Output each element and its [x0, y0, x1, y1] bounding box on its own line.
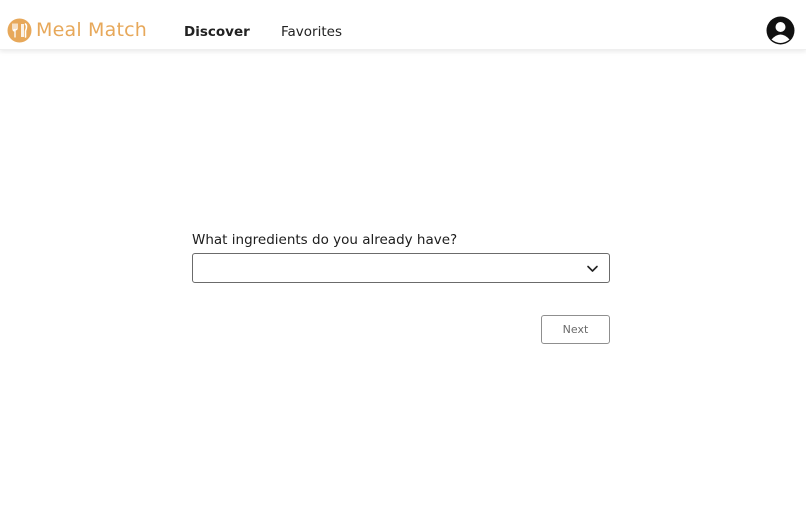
brand-name: Meal Match: [36, 19, 148, 41]
brand-logo-link[interactable]: Meal Match: [7, 16, 147, 44]
nav-discover[interactable]: Discover: [184, 24, 250, 40]
user-circle-icon: [766, 16, 795, 45]
utensils-icon: [7, 18, 32, 42]
ingredients-question-label: What ingredients do you already have?: [192, 232, 458, 248]
ingredients-select[interactable]: [192, 253, 610, 283]
chevron-down-icon: [586, 262, 599, 275]
next-button[interactable]: Next: [541, 315, 610, 344]
top-navbar: Meal Match Discover Favorites: [0, 0, 806, 50]
account-avatar-button[interactable]: [766, 16, 795, 45]
nav-favorites[interactable]: Favorites: [281, 24, 342, 40]
